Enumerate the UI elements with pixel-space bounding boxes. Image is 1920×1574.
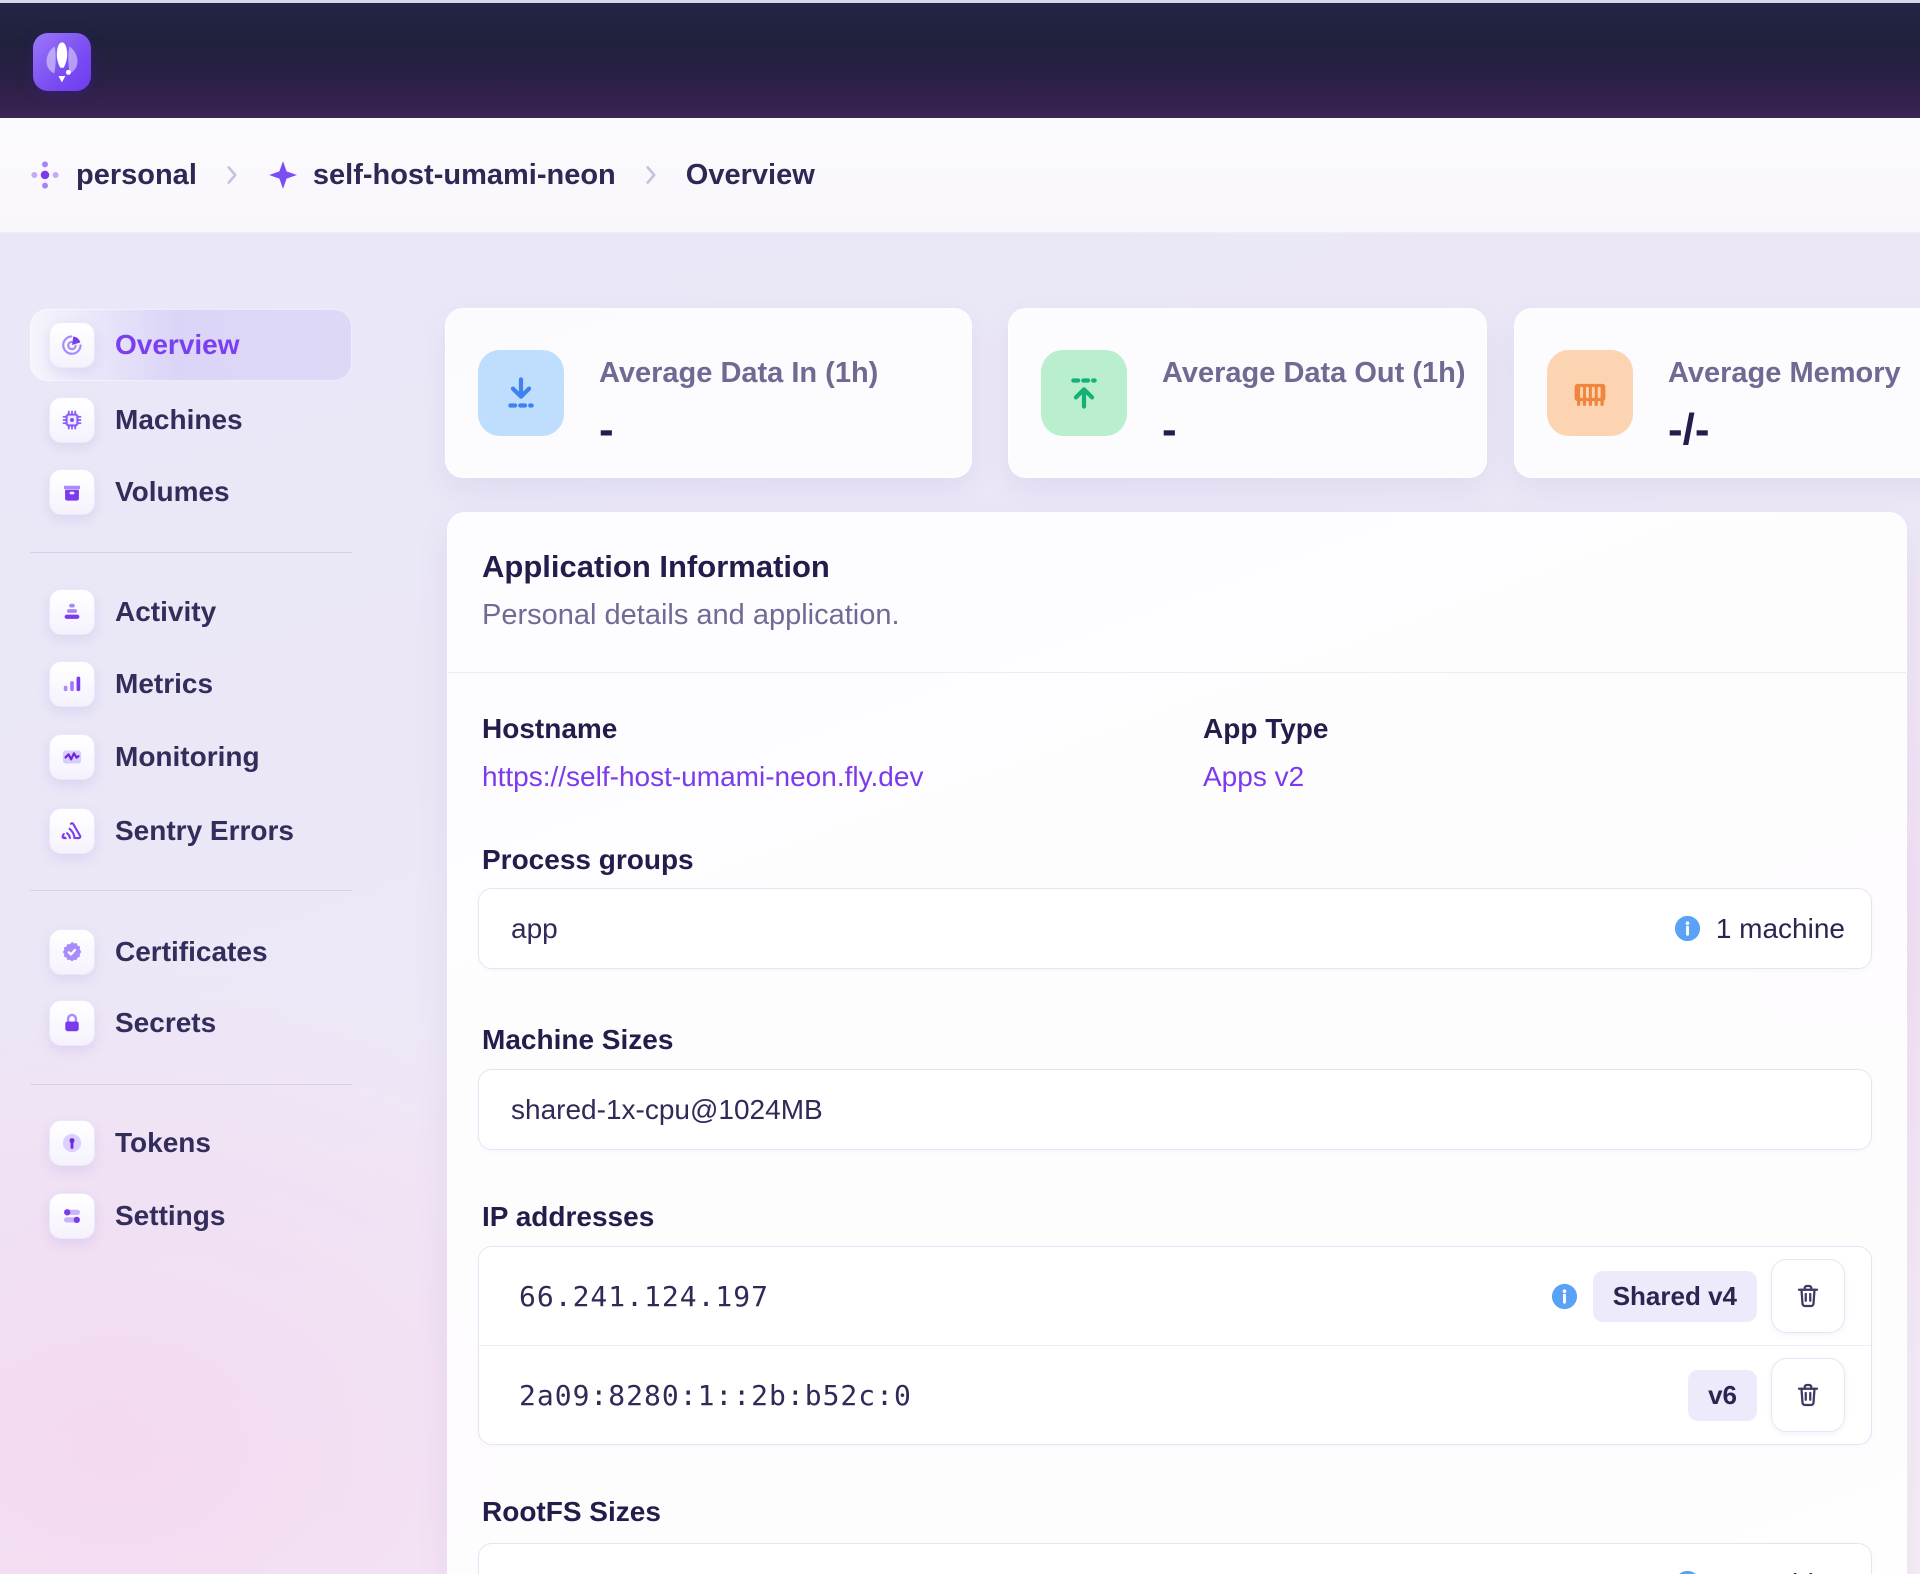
toggles-icon (49, 1193, 95, 1239)
stat-card-data-out: Average Data Out (1h) - (1008, 308, 1487, 478)
seal-check-icon (49, 929, 95, 975)
sidebar-item-label: Monitoring (115, 741, 260, 773)
delete-ip-button[interactable] (1771, 1358, 1845, 1432)
sidebar-item-label: Tokens (115, 1127, 211, 1159)
sidebar-item-settings[interactable]: Settings (30, 1180, 352, 1252)
chevron-right-icon (638, 162, 664, 188)
ip-addresses-list: 66.241.124.197 Shared v4 (478, 1246, 1872, 1445)
hostname-label: Hostname (482, 713, 617, 745)
sidebar-item-activity[interactable]: Activity (30, 576, 352, 648)
sidebar-item-label: Settings (115, 1200, 225, 1232)
sidebar-item-label: Metrics (115, 668, 213, 700)
machine-size-value: shared-1x-cpu@1024MB (511, 1094, 823, 1126)
breadcrumb-app[interactable]: self-host-umami-neon (267, 159, 616, 192)
info-icon[interactable] (1673, 1569, 1702, 1574)
overview-pie-icon (49, 322, 95, 368)
sidebar-item-machines[interactable]: Machines (30, 384, 352, 456)
app-type-label: App Type (1203, 713, 1328, 745)
sidebar-item-overview[interactable]: Overview (30, 309, 352, 381)
sidebar-divider (30, 890, 352, 891)
pulse-monitor-icon (49, 734, 95, 780)
process-group-name: app (511, 913, 558, 945)
sidebar-item-label: Volumes (115, 476, 230, 508)
stat-value: -/- (1668, 405, 1710, 455)
sidebar-item-volumes[interactable]: Volumes (30, 456, 352, 528)
breadcrumb-app-label: self-host-umami-neon (313, 159, 616, 192)
hostname-link[interactable]: https://self-host-umami-neon.fly.dev (482, 761, 923, 793)
storage-box-icon (49, 469, 95, 515)
chevron-right-icon (219, 162, 245, 188)
sidebar: Overview Machines Volumes (0, 233, 380, 1574)
info-icon[interactable] (1550, 1282, 1579, 1311)
sidebar-divider (30, 552, 352, 553)
ip-type-badge: v6 (1688, 1370, 1757, 1421)
ip-row-v4: 66.241.124.197 Shared v4 (479, 1247, 1871, 1345)
bar-chart-icon (49, 661, 95, 707)
card-title: Application Information (482, 549, 830, 585)
sidebar-item-metrics[interactable]: Metrics (30, 648, 352, 720)
app-type-link[interactable]: Apps v2 (1203, 761, 1304, 793)
ip-address-v4: 66.241.124.197 (519, 1280, 769, 1313)
breadcrumb: personal self-host-umami-neon Overview (0, 118, 1920, 233)
sidebar-item-label: Certificates (115, 936, 268, 968)
rootfs-size-row: 171 MB 1 machine (478, 1543, 1872, 1574)
org-dots-icon (28, 158, 62, 192)
sidebar-divider (30, 1084, 352, 1085)
info-icon[interactable] (1673, 914, 1702, 943)
ip-addresses-label: IP addresses (482, 1201, 654, 1233)
sidebar-item-monitoring[interactable]: Monitoring (30, 721, 352, 793)
keyhole-icon (49, 1120, 95, 1166)
machine-sizes-label: Machine Sizes (482, 1024, 673, 1056)
fly-balloon-icon (33, 33, 91, 91)
ip-address-v6: 2a09:8280:1::2b:b52c:0 (519, 1379, 912, 1412)
rootfs-size-value: 171 MB (511, 1568, 608, 1574)
process-group-machine-count: 1 machine (1716, 913, 1845, 945)
top-header (0, 0, 1920, 118)
stat-title: Average Data Out (1h) (1162, 357, 1466, 390)
stat-value: - (599, 405, 614, 455)
card-divider (448, 672, 1906, 673)
sidebar-item-tokens[interactable]: Tokens (30, 1107, 352, 1179)
card-subtitle: Personal details and application. (482, 599, 900, 632)
sidebar-item-label: Overview (115, 329, 240, 361)
sidebar-item-label: Secrets (115, 1007, 216, 1039)
padlock-icon (49, 1000, 95, 1046)
stat-title: Average Memory (1668, 357, 1901, 390)
rootfs-machine-count: 1 machine (1716, 1568, 1845, 1574)
ip-row-v6: 2a09:8280:1::2b:b52c:0 v6 (479, 1345, 1871, 1444)
sidebar-item-certificates[interactable]: Certificates (30, 916, 352, 988)
activity-stack-icon (49, 589, 95, 635)
ip-type-badge: Shared v4 (1593, 1271, 1757, 1322)
fly-dashboard-page: personal self-host-umami-neon Overview (0, 0, 1920, 1574)
breadcrumb-page-label: Overview (686, 159, 815, 192)
process-groups-label: Process groups (482, 844, 694, 876)
breadcrumb-org-label: personal (76, 159, 197, 192)
application-information-card: Application Information Personal details… (447, 512, 1907, 1574)
delete-ip-button[interactable] (1771, 1259, 1845, 1333)
download-arrow-icon (478, 350, 564, 436)
sidebar-item-label: Machines (115, 404, 243, 436)
breadcrumb-page[interactable]: Overview (686, 159, 815, 192)
stat-card-data-in: Average Data In (1h) - (445, 308, 972, 478)
machine-size-row: shared-1x-cpu@1024MB (478, 1069, 1872, 1150)
fly-logo-button[interactable] (33, 33, 91, 91)
cpu-chip-icon (49, 397, 95, 443)
stat-card-memory: Average Memory -/- (1514, 308, 1920, 478)
sidebar-item-label: Activity (115, 596, 216, 628)
sidebar-item-label: Sentry Errors (115, 815, 294, 847)
sidebar-item-sentry-errors[interactable]: Sentry Errors (30, 795, 352, 867)
memory-chip-icon (1547, 350, 1633, 436)
stat-value: - (1162, 405, 1177, 455)
sentry-logo-icon (49, 808, 95, 854)
breadcrumb-org[interactable]: personal (28, 158, 197, 192)
sidebar-item-secrets[interactable]: Secrets (30, 987, 352, 1059)
upload-arrow-icon (1041, 350, 1127, 436)
process-group-row: app 1 machine (478, 888, 1872, 969)
sparkle-icon (267, 159, 299, 191)
stat-title: Average Data In (1h) (599, 357, 878, 390)
rootfs-sizes-label: RootFS Sizes (482, 1496, 661, 1528)
